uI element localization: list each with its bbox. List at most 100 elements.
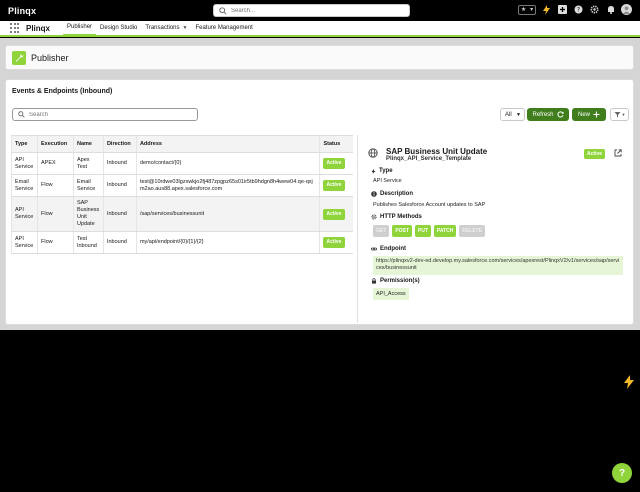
status-badge: Active <box>323 180 345 191</box>
endpoint-url[interactable]: https://plinqxv2-dev-ed.develop.my.sales… <box>373 256 623 275</box>
status-badge: Active <box>323 158 345 169</box>
cell-direction: Inbound <box>102 196 137 232</box>
app-launcher-icon[interactable] <box>10 23 20 33</box>
cell-name: Test Inbound <box>72 231 104 254</box>
app-nav-bar: Plinqx Publisher Design Studio Transacti… <box>0 21 640 37</box>
cell-status: Active <box>319 174 353 197</box>
cell-type: API Service <box>11 152 38 175</box>
add-icon[interactable] <box>557 4 568 15</box>
cell-address: test@10rdwe03lgzswkjo2fj487zpgpz65s01ir5… <box>135 174 320 197</box>
list-search-input[interactable] <box>29 111 189 118</box>
bolt-icon[interactable] <box>541 4 552 15</box>
column-header-execution[interactable]: Execution <box>36 135 74 153</box>
tab-feature-management[interactable]: Feature Management <box>191 20 256 36</box>
cell-type: API Service <box>11 231 38 254</box>
description-label: Description <box>380 191 414 197</box>
refresh-label: Refresh <box>532 111 554 118</box>
permissions-label: Permission(s) <box>380 278 420 284</box>
header-actions: ★ ▾ ? <box>518 4 632 15</box>
setup-gear-icon[interactable] <box>589 4 600 15</box>
cell-status: Active <box>319 152 353 175</box>
table-header-row: Type Execution Name Direction Address St… <box>11 135 353 153</box>
refresh-button[interactable]: Refresh <box>527 108 569 121</box>
user-icon <box>623 6 630 14</box>
column-header-direction[interactable]: Direction <box>102 135 137 153</box>
status-badge: Active <box>323 208 345 220</box>
column-header-type[interactable]: Type <box>11 135 38 153</box>
star-icon: ★ <box>520 7 527 13</box>
table-row[interactable]: API Service Flow Test Inbound Inbound my… <box>11 231 353 254</box>
column-header-status[interactable]: Status <box>319 135 353 153</box>
cell-address: /sap/services/businessunit <box>135 196 320 232</box>
cell-direction: Inbound <box>102 231 137 254</box>
tab-transactions[interactable]: Transactions ▼ <box>141 20 191 36</box>
cell-address: demo/contact/{0} <box>135 152 320 175</box>
cell-execution: Flow <box>36 196 74 232</box>
cell-execution: Flow <box>36 174 74 197</box>
status-badge: Active <box>584 149 606 159</box>
favorites-toggle[interactable]: ★ ▾ <box>518 4 536 15</box>
cell-status: Active <box>319 196 353 232</box>
table-row-selected[interactable]: API Service Flow SAP Business Unit Updat… <box>11 196 353 232</box>
method-get: GET <box>373 225 390 237</box>
search-icon <box>18 111 25 118</box>
svg-text:?: ? <box>577 7 580 14</box>
notifications-bell-icon[interactable] <box>605 4 616 15</box>
methods-label: HTTP Methods <box>380 214 422 220</box>
bolt-icon[interactable] <box>624 375 634 389</box>
search-icon <box>219 6 227 15</box>
external-link-icon[interactable] <box>614 149 622 157</box>
cell-direction: Inbound <box>102 152 137 175</box>
methods-section-label: HTTP Methods <box>371 214 422 220</box>
card-title: Events & Endpoints (Inbound) <box>12 88 113 95</box>
global-search-input[interactable] <box>231 7 401 14</box>
plus-icon <box>593 111 600 118</box>
tab-design-studio[interactable]: Design Studio <box>96 20 141 36</box>
help-button[interactable]: ? <box>612 463 632 483</box>
column-header-name[interactable]: Name <box>72 135 104 153</box>
type-label: Type <box>379 168 393 174</box>
wrench-icon <box>12 50 26 65</box>
global-search[interactable] <box>213 4 410 17</box>
help-icon[interactable]: ? <box>573 4 584 15</box>
chevron-down-icon: ▼ <box>516 111 521 118</box>
detail-subtitle: Plinqx_API_Service_Template <box>386 156 472 162</box>
table-row[interactable]: API Service APEX Apex Test Inbound demo/… <box>11 152 353 175</box>
method-post: POST <box>392 225 412 237</box>
status-badge: Active <box>323 237 345 248</box>
new-label: New <box>577 111 590 118</box>
global-header: Plinqx ★▾ ? <box>0 0 640 21</box>
column-header-address[interactable]: Address <box>135 135 320 153</box>
cell-type: Email Service <box>11 174 38 197</box>
detail-title: SAP Business Unit Update <box>386 147 488 156</box>
page-title: Publisher <box>31 52 69 63</box>
endpoint-section-label: Endpoint <box>371 246 406 252</box>
table-row[interactable]: Email Service Flow Email Service Inbound… <box>11 174 353 197</box>
link-icon <box>371 247 377 251</box>
help-label: ? <box>618 467 626 479</box>
lock-icon <box>372 278 376 284</box>
cell-execution: APEX <box>36 152 74 175</box>
globe-icon <box>368 148 378 158</box>
page-header: Publisher <box>5 45 634 70</box>
app-name: Plinqx <box>26 23 51 33</box>
cell-name: SAP Business Unit Update <box>72 196 104 232</box>
cell-status: Active <box>319 231 353 254</box>
filter-select[interactable]: All ▼ <box>500 108 525 121</box>
tab-publisher[interactable]: Publisher <box>63 20 97 36</box>
chevron-down-icon: ▼ <box>182 25 188 31</box>
permissions-section-label: Permission(s) <box>371 278 420 284</box>
user-avatar[interactable] <box>621 4 632 15</box>
refresh-icon <box>556 111 564 118</box>
bolt-icon <box>371 168 376 174</box>
method-delete: DELETE <box>459 225 486 237</box>
cell-execution: Flow <box>36 231 74 254</box>
method-put: PUT <box>414 225 431 237</box>
list-search[interactable] <box>12 108 198 121</box>
type-value: API Service <box>373 178 402 184</box>
endpoints-table: Type Execution Name Direction Address St… <box>11 135 353 254</box>
tab-label: Design Studio <box>100 25 138 31</box>
tab-label: Publisher <box>67 24 93 30</box>
new-button[interactable]: New <box>572 108 606 121</box>
list-menu-button[interactable]: ▼ <box>610 108 629 121</box>
